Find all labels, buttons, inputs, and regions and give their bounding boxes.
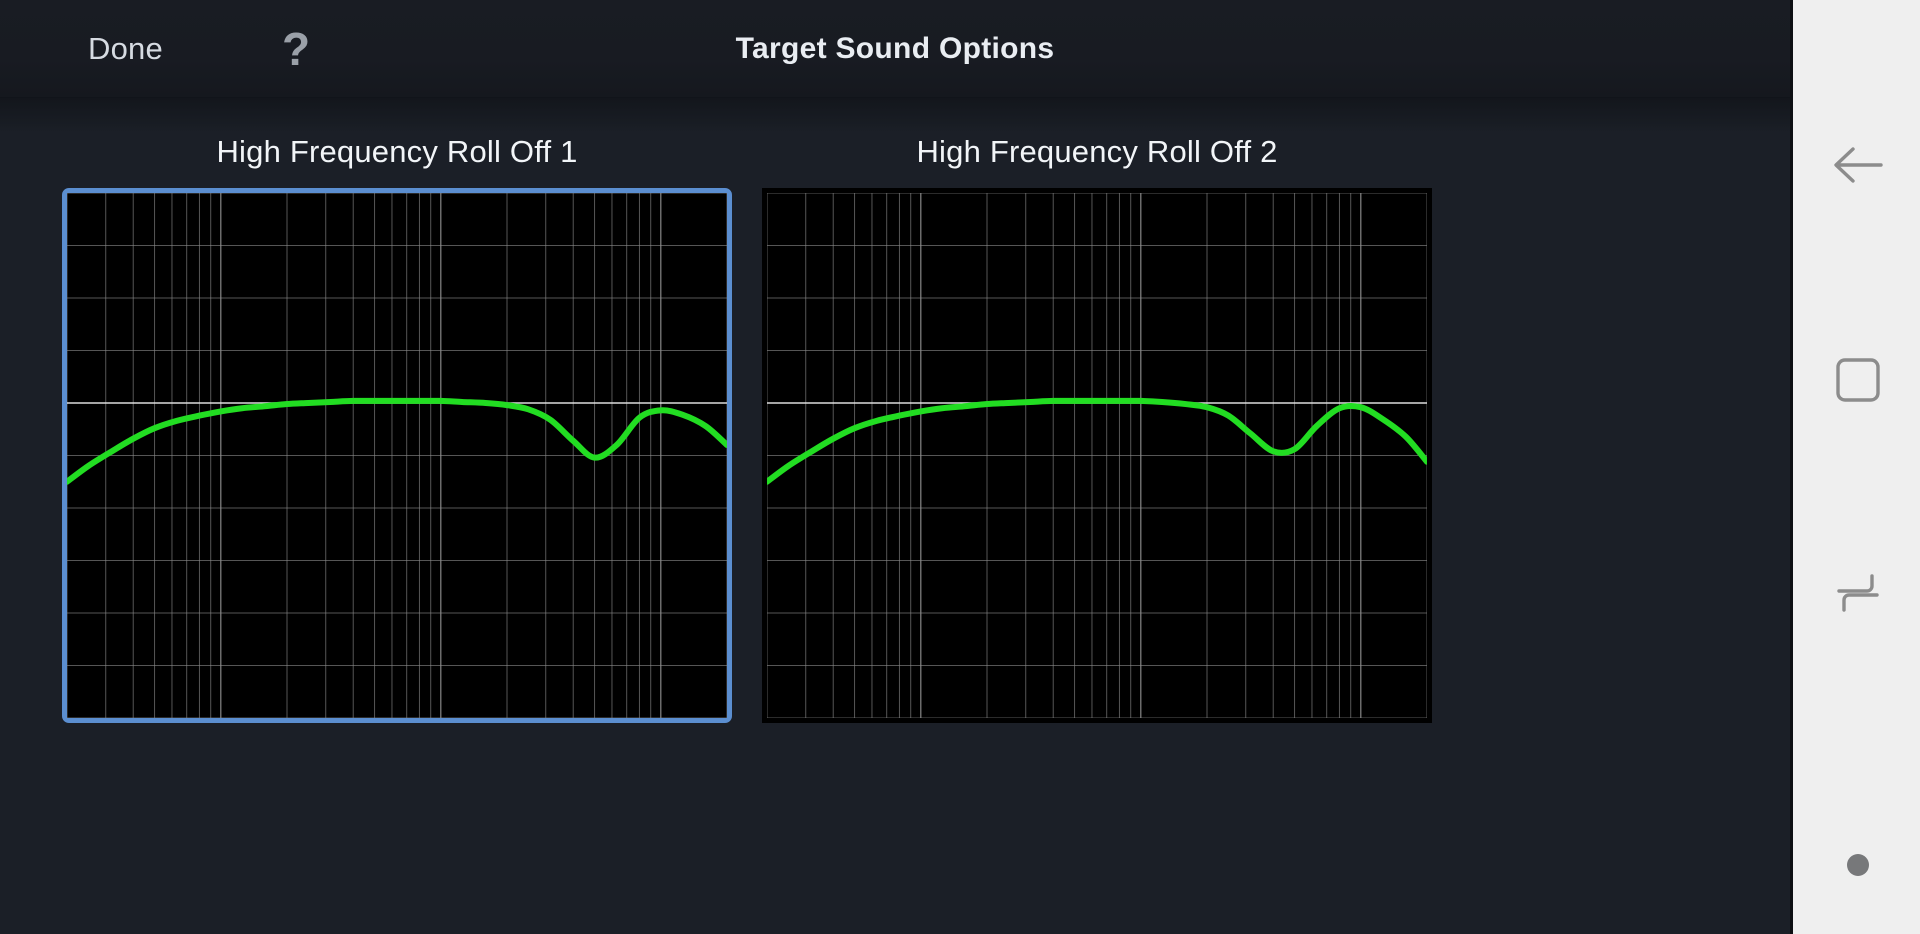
chart-frame-1[interactable] [62,188,732,723]
recent-apps-icon [1832,570,1884,616]
frequency-response-plot-1[interactable] [67,193,727,718]
back-arrow-icon [1829,140,1887,190]
chart-block-1: High Frequency Roll Off 1 [62,134,732,723]
main-content: High Frequency Roll Off 1 High Frequency… [0,98,1790,934]
chart-title-1: High Frequency Roll Off 1 [216,134,578,169]
app-root: Done ? Target Sound Options High Frequen… [0,0,1920,934]
dot-icon [1847,854,1869,876]
nav-recent-apps-button[interactable] [1793,548,1920,638]
chart-frame-2[interactable] [762,188,1432,723]
page-title: Target Sound Options [735,31,1055,65]
header-bar: Done ? Target Sound Options [0,0,1790,98]
chart-block-2: High Frequency Roll Off 2 [762,134,1432,723]
rounded-square-icon [1833,355,1883,405]
system-navigation-bar [1790,0,1920,934]
frequency-response-plot-2[interactable] [767,193,1427,718]
nav-indicator-dot[interactable] [1793,820,1920,910]
chart-title-2: High Frequency Roll Off 2 [916,134,1278,169]
nav-home-button[interactable] [1793,335,1920,425]
chart-list: High Frequency Roll Off 1 High Frequency… [0,134,1790,723]
nav-back-button[interactable] [1793,120,1920,210]
phone-screen: Done ? Target Sound Options High Frequen… [0,0,1790,934]
